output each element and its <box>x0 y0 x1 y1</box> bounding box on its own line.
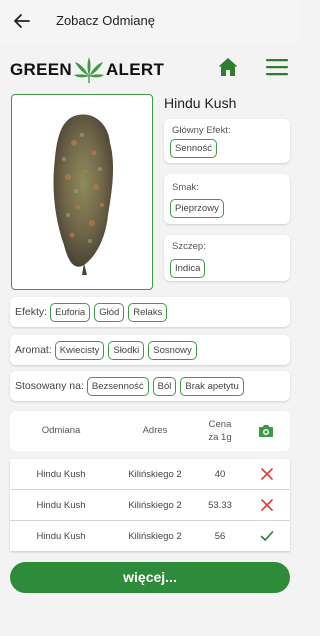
strain-type-chip: Indica <box>170 259 206 278</box>
column-header-address: Adres <box>142 425 168 436</box>
usage-label: Stosowany na: <box>15 380 84 392</box>
aroma-chip: Kwiecisty <box>54 340 105 360</box>
x-icon <box>261 468 273 480</box>
home-icon[interactable] <box>217 56 239 78</box>
effect-chip: Relaks <box>128 302 168 322</box>
strain-type-label: Szczep: <box>172 241 206 252</box>
effects-label: Efekty: <box>15 306 48 318</box>
cell-strain: Hindu Kush <box>36 531 86 542</box>
table-header: Odmiana Adres Cena za 1g <box>10 411 290 451</box>
top-app-bar: Zobacz Odmianę <box>0 0 300 42</box>
aroma-chip: Sosnowy <box>148 340 197 360</box>
column-header-strain: Odmiana <box>41 425 81 436</box>
hamburger-menu-icon[interactable] <box>266 58 288 76</box>
check-icon <box>260 531 274 541</box>
strain-type-card: Szczep: Indica <box>164 235 290 281</box>
main-effect-card: Główny Efekt: Senność <box>164 119 290 163</box>
column-header-price-line1: Cena <box>208 419 232 430</box>
strain-photo <box>11 94 153 290</box>
usage-chip: Bezsenność <box>86 376 149 396</box>
usage-row: Stosowany na: Bezsenność Ból Brak apetyt… <box>10 371 290 401</box>
usage-chip: Brak apetytu <box>180 376 244 396</box>
cell-strain: Hindu Kush <box>36 500 86 511</box>
main-effect-chip: Senność <box>170 139 217 158</box>
strain-name: Hindu Kush <box>164 95 237 111</box>
column-header-price-line2: za 1g <box>208 432 232 443</box>
effect-chip: Głód <box>94 302 125 322</box>
aroma-row: Aromat: Kwiecisty Słodki Sosnowy <box>10 335 290 365</box>
cell-price: 40 <box>214 469 226 480</box>
page-title: Zobacz Odmianę <box>56 13 155 28</box>
cell-address: Kilińskiego 2 <box>128 500 182 511</box>
cannabis-leaf-icon <box>73 57 104 83</box>
table-row[interactable]: Hindu Kush Kilińskiego 2 40 <box>10 459 290 489</box>
cell-strain: Hindu Kush <box>36 469 86 480</box>
usage-chip: Ból <box>152 376 177 396</box>
taste-card: Smak: Pieprzowy <box>164 174 290 224</box>
app-header: GREEN ALERT <box>0 50 300 86</box>
more-button[interactable]: więcej... <box>10 562 290 593</box>
main-effect-label: Główny Efekt: <box>172 125 231 136</box>
camera-icon <box>259 425 273 437</box>
arrow-left-icon[interactable] <box>12 11 32 31</box>
taste-chip: Pieprzowy <box>170 199 224 218</box>
cannabis-bud-image <box>53 114 114 275</box>
cell-address: Kilińskiego 2 <box>128 531 182 542</box>
effects-row: Efekty: Euforia Głód Relaks <box>10 297 290 327</box>
taste-label: Smak: <box>172 182 199 193</box>
logo: GREEN ALERT <box>10 56 164 84</box>
x-icon <box>261 499 273 511</box>
logo-text-alert: ALERT <box>105 60 165 79</box>
effect-chip: Euforia <box>50 302 91 322</box>
table-row[interactable]: Hindu Kush Kilińskiego 2 56 <box>10 521 290 551</box>
aroma-chip: Słodki <box>108 340 145 360</box>
table-row[interactable]: Hindu Kush Kilińskiego 2 53.33 <box>10 490 290 520</box>
aroma-label: Aromat: <box>15 344 52 356</box>
cell-address: Kilińskiego 2 <box>128 469 182 480</box>
logo-text-green: GREEN <box>10 60 72 79</box>
cell-price: 53.33 <box>208 500 232 511</box>
cell-price: 56 <box>214 531 226 542</box>
